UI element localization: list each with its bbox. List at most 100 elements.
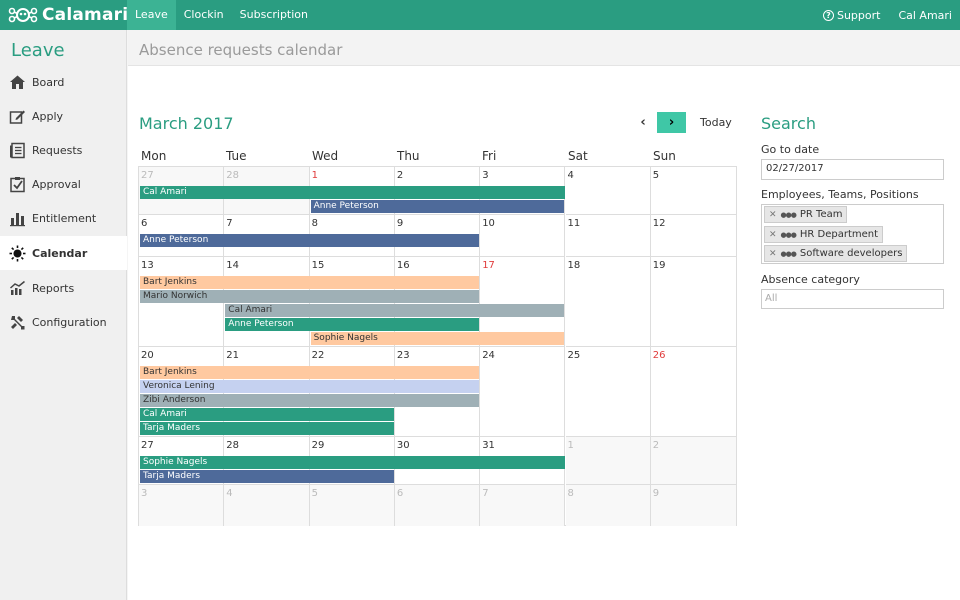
calendar-day-cell[interactable]: 4 [565,167,651,215]
day-number: 25 [567,350,581,361]
top-bar: Calamari Leave Clockin Subscription ? Su… [0,0,960,30]
absence-event[interactable]: Cal Amari [225,304,565,317]
group-icon: ●●● [780,210,797,219]
sidebar-item-apply[interactable]: Apply [0,99,127,133]
calendar-day-cell[interactable]: 7 [480,485,566,526]
calendar-day-cell[interactable]: 2 [650,437,737,485]
day-number: 8 [311,218,318,229]
nav-clockin[interactable]: Clockin [176,0,232,30]
day-number: 9 [652,488,660,499]
absence-event[interactable]: Tarja Maders [140,422,394,435]
calendar-day-cell[interactable]: 9 [650,485,737,526]
absence-event[interactable]: Anne Peterson [225,318,480,331]
calendar-day-cell[interactable]: 5 [309,485,395,526]
tools-icon [11,315,25,329]
tag-label: HR Department [799,229,879,240]
absence-event[interactable]: Anne Peterson [140,234,480,247]
sun-icon [9,245,26,261]
day-number: 1 [567,440,574,451]
employees-filter-input[interactable]: ✕ ●●● PR Team ✕ ●●● HR Department ✕ ●●● … [761,204,944,264]
calendar-day-cell[interactable]: 8 [565,485,651,526]
calendar-day-cell[interactable]: 18 [565,257,651,347]
absence-event[interactable]: Mario Norwich [140,290,480,303]
go-to-date-label: Go to date [761,143,820,156]
absence-event[interactable]: Bart Jenkins [140,276,480,289]
day-number: 6 [396,488,404,499]
support-link[interactable]: ? Support [822,9,880,22]
page-header: Absence requests calendar [128,30,960,66]
today-button[interactable]: Today [700,116,732,129]
sidebar-item-configuration[interactable]: Configuration [0,305,127,339]
calendar-day-cell[interactable]: 25 [565,347,651,437]
calendar-day-cell[interactable]: 5 [650,167,737,215]
day-number: 6 [141,218,148,229]
sidebar-item-entitlement[interactable]: Entitlement [0,201,127,235]
calendar-day-cell[interactable]: 3 [139,485,225,526]
weekday-header: Thu [397,149,420,163]
calendar-day-cell[interactable]: 19 [650,257,737,347]
chevron-left-icon: ‹ [640,115,646,130]
day-number: 2 [396,170,404,181]
day-number: 4 [567,170,574,181]
weekday-header: Sat [568,149,588,163]
tag-label: Software developers [799,248,903,259]
day-number: 10 [482,218,495,229]
prev-month-button[interactable]: ‹ [636,113,650,133]
group-icon: ●●● [780,230,797,239]
report-icon [10,280,25,295]
day-number: 2 [652,440,660,451]
sidebar-item-approval[interactable]: Approval [0,167,127,201]
go-to-date-input[interactable]: 02/27/2017 [761,159,944,180]
tag-label: PR Team [799,209,843,220]
day-number: 1 [311,170,318,181]
absence-event[interactable]: Sophie Nagels [310,332,565,345]
absence-event[interactable]: Zibi Anderson [140,394,480,407]
absence-event[interactable]: Anne Peterson [310,200,565,213]
day-number: 30 [396,440,410,451]
sidebar-item-reports[interactable]: Reports [0,271,127,305]
sidebar-item-label: Apply [32,109,64,123]
sidebar-item-label: Entitlement [32,211,97,225]
month-title: March 2017 [139,114,234,133]
day-number: 31 [482,440,495,451]
calendar-day-cell[interactable]: 10 [480,215,566,257]
brand-logo[interactable]: Calamari [8,5,128,25]
weekday-header: Sun [653,149,676,163]
nav-subscription[interactable]: Subscription [232,0,316,30]
calendar-day-cell[interactable]: 6 [394,485,481,526]
next-month-button[interactable]: › [657,112,686,133]
calendar-day-cell[interactable]: 26 [650,347,737,437]
absence-event[interactable]: Veronica Lening [140,380,480,393]
day-number: 19 [652,260,666,271]
day-number: 16 [396,260,410,271]
absence-category-input[interactable]: All [761,289,944,309]
day-number: 27 [141,170,154,181]
chevron-right-icon: › [668,115,675,130]
remove-tag-icon[interactable]: ✕ [769,210,777,220]
day-number: 18 [567,260,581,271]
nav-leave[interactable]: Leave [127,0,176,30]
calendar-day-cell[interactable]: 24 [480,347,566,437]
calendar-day-cell[interactable]: 11 [565,215,651,257]
filter-tag: ✕ ●●● HR Department [764,226,884,243]
remove-tag-icon[interactable]: ✕ [769,249,777,259]
day-number: 9 [396,218,404,229]
user-menu[interactable]: Cal Amari [898,9,952,22]
sidebar-item-label: Approval [32,177,81,191]
remove-tag-icon[interactable]: ✕ [769,230,777,240]
absence-event[interactable]: Tarja Maders [140,470,394,483]
sidebar-item-board[interactable]: Board [0,65,127,99]
absence-event[interactable]: Cal Amari [140,186,565,199]
sidebar: Leave Board Apply Requests Approval Enti… [0,30,127,600]
page-title: Absence requests calendar [139,41,343,59]
absence-event[interactable]: Bart Jenkins [140,366,480,379]
sidebar-item-calendar[interactable]: Calendar [0,236,127,270]
house-icon [10,75,25,89]
absence-event[interactable]: Sophie Nagels [140,456,565,469]
calendar-day-cell[interactable]: 4 [224,485,310,526]
checkbox-icon [10,176,25,192]
absence-event[interactable]: Cal Amari [140,408,394,421]
calendar-day-cell[interactable]: 1 [565,437,651,485]
sidebar-item-requests[interactable]: Requests [0,133,127,167]
calendar-day-cell[interactable]: 12 [650,215,737,257]
